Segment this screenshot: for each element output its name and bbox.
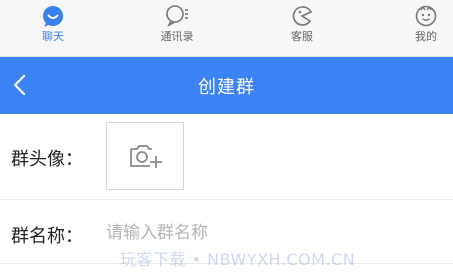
tab-contacts[interactable]: 通讯录 bbox=[137, 0, 217, 56]
profile-icon bbox=[415, 5, 437, 27]
page-title: 创建群 bbox=[198, 76, 255, 98]
group-avatar-label: 群头像： bbox=[11, 149, 83, 170]
customer-service-icon bbox=[292, 6, 313, 26]
tab-chat-label: 聊天 bbox=[42, 30, 64, 43]
watermark: 玩客下载 • NBWYXH.COM.CN bbox=[120, 250, 356, 269]
tab-me[interactable]: 我的 bbox=[386, 0, 453, 56]
tab-contacts-label: 通讯录 bbox=[160, 30, 194, 43]
group-avatar-upload-button[interactable] bbox=[106, 122, 184, 190]
page-header: 创建群 bbox=[0, 57, 453, 114]
contacts-icon bbox=[166, 5, 188, 27]
back-button[interactable] bbox=[6, 71, 34, 99]
camera-add-icon bbox=[130, 145, 162, 168]
tab-chat[interactable]: 聊天 bbox=[13, 0, 93, 56]
tab-me-label: 我的 bbox=[415, 30, 437, 43]
tab-service[interactable]: 客服 bbox=[262, 0, 342, 56]
group-avatar-row: 群头像： bbox=[0, 114, 453, 200]
tab-bar: 聊天 通讯录 客服 我的 bbox=[0, 0, 453, 57]
group-name-label: 群名称： bbox=[11, 226, 83, 247]
group-name-input[interactable] bbox=[106, 216, 436, 250]
tab-service-label: 客服 bbox=[291, 30, 313, 43]
chat-icon bbox=[43, 6, 63, 27]
chevron-left-icon bbox=[13, 74, 26, 96]
